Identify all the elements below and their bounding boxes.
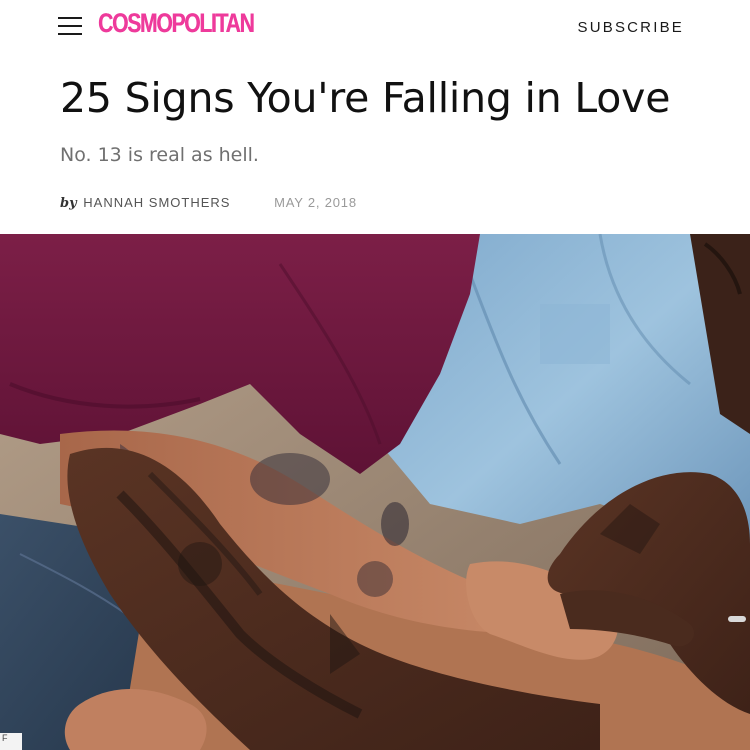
author-link[interactable]: HANNAH SMOTHERS [83, 195, 230, 210]
image-corner-label: F [0, 733, 22, 750]
article-title: 25 Signs You're Falling in Love [60, 74, 671, 122]
byline-prefix: by [60, 196, 77, 211]
hero-photo-illustration [0, 234, 750, 750]
subscribe-link[interactable]: SUBSCRIBE [578, 19, 685, 36]
hero-image [0, 234, 750, 750]
article-page: COSMOPOLITAN SUBSCRIBE 25 Signs You're F… [0, 0, 750, 750]
byline: by HANNAH SMOTHERS MAY 2, 2018 [60, 195, 357, 211]
article-dek: No. 13 is real as hell. [60, 144, 259, 166]
site-logo[interactable]: COSMOPOLITAN [98, 8, 255, 39]
publish-date: MAY 2, 2018 [274, 195, 357, 210]
hamburger-menu-icon[interactable] [58, 15, 84, 39]
top-nav-bar: COSMOPOLITAN SUBSCRIBE [0, 0, 750, 56]
